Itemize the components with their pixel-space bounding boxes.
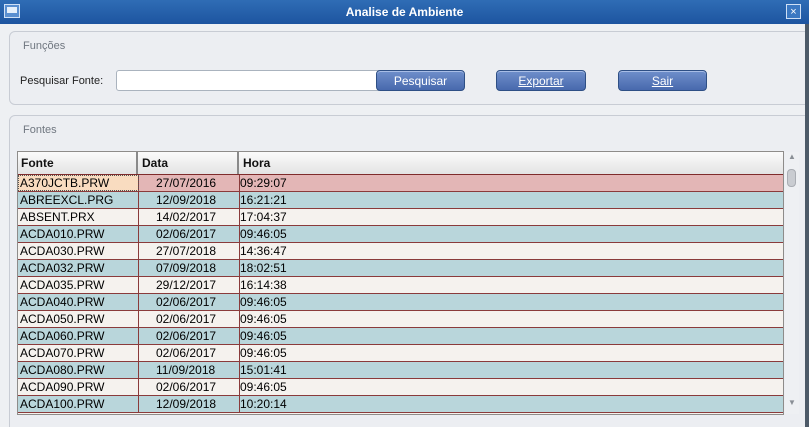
cell-fonte: ACDA030.PRW (18, 243, 139, 259)
table-row[interactable]: ACDA080.PRW 11/09/2018 15:01:41 (18, 362, 783, 379)
cell-data: 11/09/2018 (139, 362, 240, 378)
cell-hora: 14:36:47 (240, 244, 287, 258)
sair-label: Sair (651, 74, 674, 88)
vertical-scrollbar[interactable]: ▲ ▼ (785, 152, 799, 414)
table-row[interactable]: ACDA035.PRW 29/12/2017 16:14:38 (18, 277, 783, 294)
fontes-group: Fontes Fonte Data Hora A370JCTB.PRW 27/07… (9, 115, 809, 427)
column-header-hora[interactable]: Hora (240, 152, 783, 174)
scroll-thumb[interactable] (787, 169, 796, 187)
table-row[interactable]: ACDA050.PRW 02/06/2017 09:46:05 (18, 311, 783, 328)
cell-hora: 09:46:05 (240, 227, 287, 241)
cell-data: 02/06/2017 (139, 328, 240, 344)
table-row[interactable]: ACDA070.PRW 02/06/2017 09:46:05 (18, 345, 783, 362)
cell-fonte: ACDA040.PRW (18, 294, 139, 310)
table-header: Fonte Data Hora (18, 152, 783, 175)
table-body: A370JCTB.PRW 27/07/2016 09:29:07 ABREEXCL.P… (18, 175, 783, 413)
cell-data: 27/07/2018 (139, 243, 240, 259)
exportar-button[interactable]: Exportar (496, 70, 586, 91)
cell-hora: 18:02:51 (240, 261, 287, 275)
sair-button[interactable]: Sair (618, 70, 707, 91)
column-header-fonte[interactable]: Fonte (18, 152, 138, 174)
cell-hora: 15:01:41 (240, 363, 287, 377)
search-input[interactable] (116, 70, 381, 91)
exportar-label: Exportar (518, 74, 564, 88)
cell-fonte: A370JCTB.PRW (18, 175, 139, 191)
window-edge (805, 24, 809, 427)
table-row[interactable]: ACDA090.PRW 02/06/2017 09:46:05 (18, 379, 783, 396)
cell-data: 12/09/2018 (139, 192, 240, 208)
cell-fonte: ACDA100.PRW (18, 396, 139, 412)
cell-hora: 10:20:14 (240, 397, 287, 411)
table-row[interactable]: ACDA010.PRW 02/06/2017 09:46:05 (18, 226, 783, 243)
column-header-data[interactable]: Data (139, 152, 239, 174)
table-row[interactable]: ACDA100.PRW 12/09/2018 10:20:14 (18, 396, 783, 413)
cell-fonte: ACDA080.PRW (18, 362, 139, 378)
cell-hora: 09:46:05 (240, 346, 287, 360)
cell-hora: 09:46:05 (240, 295, 287, 309)
cell-hora: 09:46:05 (240, 312, 287, 326)
close-icon[interactable]: × (786, 4, 801, 19)
fontes-group-title: Fontes (23, 124, 57, 136)
cell-data: 12/09/2018 (139, 396, 240, 412)
title-bar: Analise de Ambiente × (0, 0, 809, 24)
cell-hora: 09:46:05 (240, 380, 287, 394)
cell-data: 02/06/2017 (139, 311, 240, 327)
cell-hora: 17:04:37 (240, 210, 287, 224)
cell-data: 27/07/2016 (139, 175, 240, 191)
table-row[interactable]: ACDA032.PRW 07/09/2018 18:02:51 (18, 260, 783, 277)
funcoes-group: Funções Pesquisar Fonte: Pesquisar Expor… (9, 31, 809, 105)
table-row[interactable]: A370JCTB.PRW 27/07/2016 09:29:07 (18, 175, 783, 192)
search-label: Pesquisar Fonte: (20, 75, 104, 87)
scroll-up-arrow-icon[interactable]: ▲ (787, 152, 797, 162)
cell-hora: 16:21:21 (240, 193, 287, 207)
table-row[interactable]: ACDA040.PRW 02/06/2017 09:46:05 (18, 294, 783, 311)
cell-fonte: ABREEXCL.PRG (18, 192, 139, 208)
table-row[interactable]: ABREEXCL.PRG 12/09/2018 16:21:21 (18, 192, 783, 209)
table-row[interactable]: ACDA060.PRW 02/06/2017 09:46:05 (18, 328, 783, 345)
cell-hora: 16:14:38 (240, 278, 287, 292)
cell-fonte: ABSENT.PRX (18, 209, 139, 225)
table-row[interactable]: ACDA030.PRW 27/07/2018 14:36:47 (18, 243, 783, 260)
cell-fonte: ACDA035.PRW (18, 277, 139, 293)
cell-data: 02/06/2017 (139, 379, 240, 395)
cell-data: 14/02/2017 (139, 209, 240, 225)
cell-data: 02/06/2017 (139, 226, 240, 242)
cell-hora: 09:29:07 (240, 176, 287, 190)
cell-fonte: ACDA060.PRW (18, 328, 139, 344)
cell-data: 29/12/2017 (139, 277, 240, 293)
scroll-down-arrow-icon[interactable]: ▼ (787, 398, 797, 408)
cell-fonte: ACDA032.PRW (18, 260, 139, 276)
window-title: Analise de Ambiente (345, 5, 464, 19)
cell-fonte: ACDA090.PRW (18, 379, 139, 395)
cell-data: 02/06/2017 (139, 294, 240, 310)
cell-data: 07/09/2018 (139, 260, 240, 276)
pesquisar-button[interactable]: Pesquisar (376, 70, 465, 91)
funcoes-group-title: Funções (23, 40, 66, 52)
analise-window: Analise de Ambiente × Funções Pesquisar … (0, 0, 809, 427)
cell-hora: 09:46:05 (240, 329, 287, 343)
cell-fonte: ACDA010.PRW (18, 226, 139, 242)
table-row[interactable]: ABSENT.PRX 14/02/2017 17:04:37 (18, 209, 783, 226)
cell-fonte: ACDA050.PRW (18, 311, 139, 327)
cell-data: 02/06/2017 (139, 345, 240, 361)
fontes-table[interactable]: Fonte Data Hora A370JCTB.PRW 27/07/2016 09… (17, 151, 784, 415)
cell-fonte: ACDA070.PRW (18, 345, 139, 361)
